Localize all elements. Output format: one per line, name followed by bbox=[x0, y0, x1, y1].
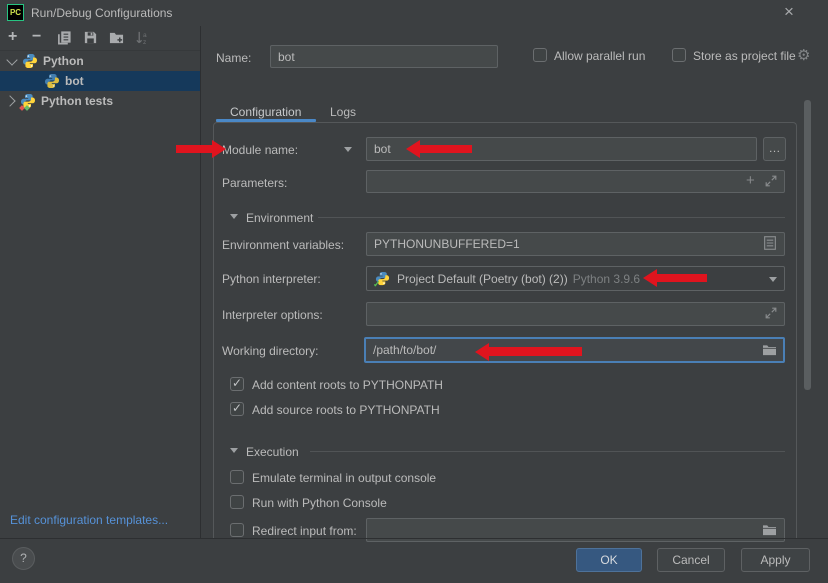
run-debug-configurations-dialog: PC Run/Debug Configurations × + − Python… bbox=[0, 0, 828, 583]
add-content-roots-label: Add content roots to PYTHONPATH bbox=[252, 378, 443, 392]
parameters-input[interactable] bbox=[366, 170, 785, 193]
close-icon[interactable]: × bbox=[784, 2, 794, 22]
interpreter-options-label: Interpreter options: bbox=[222, 308, 323, 322]
redirect-input-label: Redirect input from: bbox=[252, 524, 357, 538]
allow-parallel-run-label: Allow parallel run bbox=[554, 49, 645, 63]
name-input[interactable] bbox=[270, 45, 498, 68]
environment-variables-input[interactable] bbox=[366, 232, 785, 256]
add-content-roots-checkbox[interactable] bbox=[230, 377, 244, 391]
execution-section-collapse-icon[interactable] bbox=[230, 448, 238, 453]
parameters-label: Parameters: bbox=[222, 176, 287, 190]
add-macro-icon[interactable]: + bbox=[746, 172, 755, 189]
module-browse-button[interactable]: … bbox=[763, 137, 786, 161]
environment-section-collapse-icon[interactable] bbox=[230, 214, 238, 219]
remove-configuration-icon[interactable]: − bbox=[32, 30, 48, 46]
sort-alphabetically-icon[interactable] bbox=[135, 30, 151, 46]
python-tests-icon bbox=[20, 93, 36, 109]
python-interpreter-label: Python interpreter: bbox=[222, 272, 321, 286]
cancel-button[interactable]: Cancel bbox=[657, 548, 725, 572]
tree-item-python-tests[interactable]: Python tests bbox=[0, 91, 200, 111]
tab-logs[interactable]: Logs bbox=[330, 105, 356, 119]
window-title: Run/Debug Configurations bbox=[31, 6, 172, 20]
add-source-roots-checkbox[interactable] bbox=[230, 402, 244, 416]
edit-variables-icon[interactable] bbox=[764, 236, 776, 253]
execution-section-label: Execution bbox=[246, 445, 299, 459]
chevron-down-icon[interactable] bbox=[769, 277, 777, 282]
tree-item-label: bot bbox=[65, 74, 84, 88]
name-label: Name: bbox=[216, 51, 251, 65]
interpreter-options-input[interactable] bbox=[366, 302, 785, 326]
annotation-arrow-module-value bbox=[420, 145, 472, 153]
python-interpreter-dropdown[interactable]: ✓ Project Default (Poetry (bot) (2)) Pyt… bbox=[366, 266, 785, 291]
target-type-dropdown-icon[interactable] bbox=[344, 147, 352, 152]
pycharm-logo-icon: PC bbox=[7, 4, 24, 21]
annotation-arrow-working-directory bbox=[489, 347, 582, 356]
run-with-python-console-checkbox[interactable] bbox=[230, 495, 244, 509]
tree-item-label: Python tests bbox=[41, 94, 113, 108]
expand-field-icon[interactable] bbox=[765, 307, 777, 322]
folder-icon[interactable] bbox=[762, 343, 777, 359]
new-folder-icon[interactable] bbox=[109, 30, 125, 46]
add-source-roots-label: Add source roots to PYTHONPATH bbox=[252, 403, 440, 417]
working-directory-label: Working directory: bbox=[222, 344, 318, 358]
environment-variables-label: Environment variables: bbox=[222, 238, 344, 252]
store-as-project-file-label: Store as project file bbox=[693, 49, 796, 63]
edit-configuration-templates-link[interactable]: Edit configuration templates... bbox=[10, 513, 168, 527]
python-icon bbox=[44, 73, 60, 89]
python-icon bbox=[22, 53, 38, 69]
annotation-arrow-module-name bbox=[176, 145, 212, 153]
run-with-python-console-label: Run with Python Console bbox=[252, 496, 387, 510]
footer-divider bbox=[0, 538, 828, 539]
vertical-scrollbar[interactable] bbox=[804, 100, 811, 390]
tab-configuration[interactable]: Configuration bbox=[230, 105, 301, 119]
emulate-terminal-checkbox[interactable] bbox=[230, 470, 244, 484]
tree-item-label: Python bbox=[43, 54, 84, 68]
python-interpreter-version: Python 3.9.6 bbox=[573, 272, 640, 286]
ok-button[interactable]: OK bbox=[576, 548, 642, 572]
chevron-down-icon[interactable] bbox=[6, 54, 17, 65]
chevron-right-icon[interactable] bbox=[4, 95, 15, 106]
tree-item-python[interactable]: Python bbox=[0, 51, 200, 71]
tree-item-bot[interactable]: bot bbox=[0, 71, 200, 91]
python-interpreter-icon: ✓ bbox=[375, 271, 391, 287]
expand-field-icon[interactable] bbox=[765, 175, 777, 190]
redirect-input-checkbox[interactable] bbox=[230, 523, 244, 537]
help-button[interactable]: ? bbox=[12, 547, 35, 570]
store-as-project-file-checkbox[interactable] bbox=[672, 48, 686, 62]
module-name-label: Module name: bbox=[222, 143, 298, 157]
section-divider bbox=[310, 451, 785, 452]
annotation-arrow-interpreter bbox=[657, 274, 707, 282]
sidebar-divider bbox=[200, 26, 201, 538]
save-configuration-icon[interactable] bbox=[83, 30, 99, 46]
section-divider bbox=[318, 217, 785, 218]
add-configuration-icon[interactable]: + bbox=[8, 30, 24, 46]
environment-section-label: Environment bbox=[246, 211, 313, 225]
emulate-terminal-label: Emulate terminal in output console bbox=[252, 471, 436, 485]
allow-parallel-run-checkbox[interactable] bbox=[533, 48, 547, 62]
apply-button[interactable]: Apply bbox=[741, 548, 810, 572]
copy-configuration-icon[interactable] bbox=[57, 30, 73, 46]
folder-icon[interactable] bbox=[762, 523, 777, 539]
python-interpreter-value: Project Default (Poetry (bot) (2)) bbox=[397, 272, 568, 286]
gear-icon[interactable]: ⚙ bbox=[797, 46, 810, 64]
